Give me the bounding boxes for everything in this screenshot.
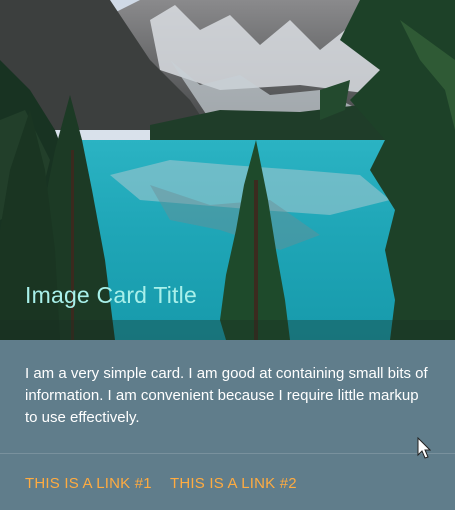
card-text: I am a very simple card. I am good at co… (25, 365, 428, 426)
mouse-cursor-icon (417, 437, 431, 459)
image-card: Image Card Title I am a very simple card… (0, 0, 455, 510)
card-link-1[interactable]: THIS IS A LINK #1 (25, 475, 152, 492)
card-link-2[interactable]: THIS IS A LINK #2 (170, 475, 297, 492)
card-content: I am a very simple card. I am good at co… (0, 340, 455, 453)
card-action: THIS IS A LINK #1 THIS IS A LINK #2 (0, 453, 455, 510)
card-title: Image Card Title (25, 282, 197, 308)
card-image: Image Card Title (0, 0, 455, 340)
